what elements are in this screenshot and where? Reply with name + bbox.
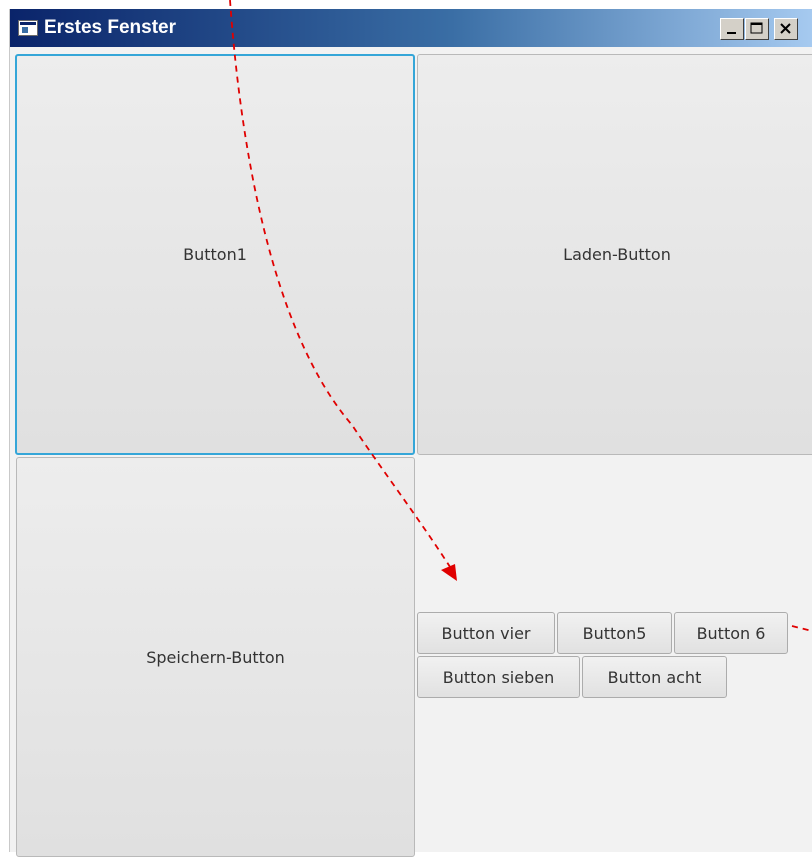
- maximize-button[interactable]: [745, 18, 769, 40]
- close-icon: [780, 23, 791, 34]
- button-acht[interactable]: Button acht: [582, 656, 727, 698]
- title-bar[interactable]: Erstes Fenster: [10, 9, 812, 47]
- button-sieben[interactable]: Button sieben: [417, 656, 580, 698]
- minimize-button[interactable]: [720, 18, 744, 40]
- minimize-icon: [727, 32, 736, 34]
- window-title: Erstes Fenster: [44, 17, 177, 38]
- laden-button[interactable]: Laden-Button: [417, 54, 812, 455]
- button-vier[interactable]: Button vier: [417, 612, 555, 654]
- button-5[interactable]: Button5: [557, 612, 672, 654]
- button-6[interactable]: Button 6: [674, 612, 788, 654]
- maximize-icon: [750, 22, 763, 34]
- window-app-icon[interactable]: [18, 20, 38, 36]
- close-button[interactable]: [774, 18, 798, 40]
- button1[interactable]: Button1: [15, 54, 415, 455]
- speichern-button[interactable]: Speichern-Button: [16, 457, 415, 857]
